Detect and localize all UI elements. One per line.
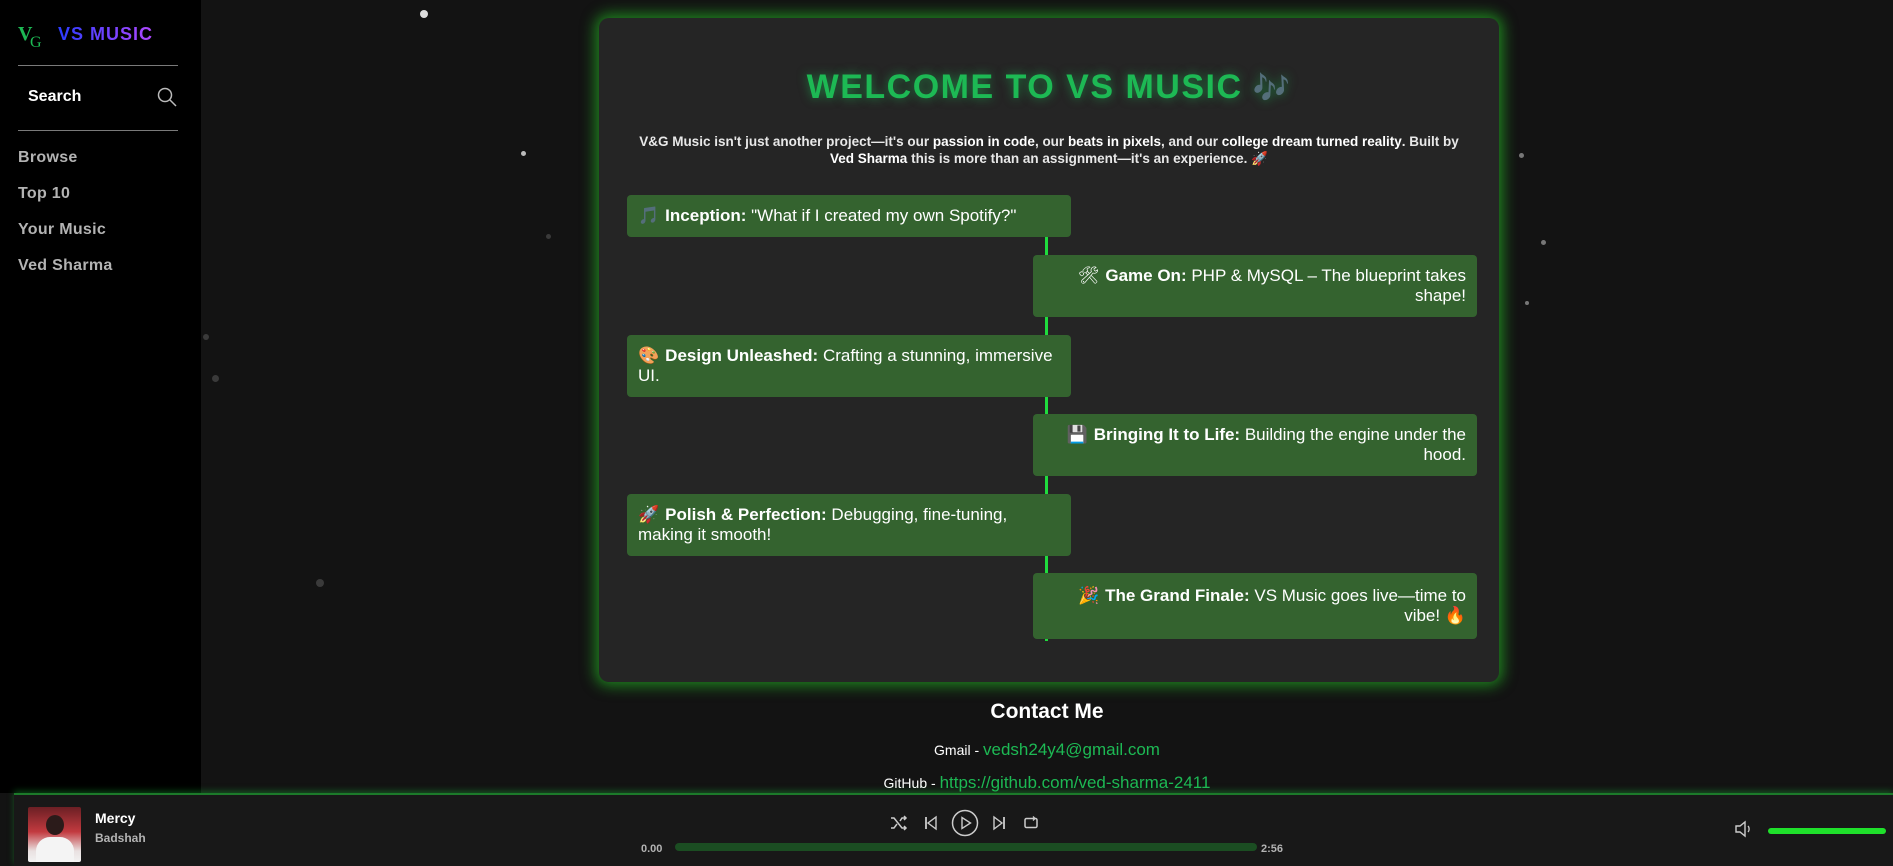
intro-part: V&G Music isn't just another project—it'… — [639, 134, 933, 149]
star-dot — [420, 10, 428, 18]
star-dot — [1519, 153, 1524, 158]
play-button[interactable] — [951, 809, 979, 837]
skip-forward-icon — [993, 815, 1005, 831]
album-art-figure — [46, 815, 64, 835]
search-icon — [157, 87, 177, 107]
star-dot — [1525, 301, 1529, 305]
gmail-link[interactable]: vedsh24y4@gmail.com — [983, 740, 1160, 759]
repeat-icon — [1024, 816, 1038, 829]
intro-text: V&G Music isn't just another project—it'… — [629, 133, 1469, 167]
star-dot — [546, 234, 551, 239]
sidebar-nav: Browse Top 10 Your Music Ved Sharma — [18, 148, 113, 292]
timeline-title: Inception: — [665, 206, 747, 225]
intro-highlight: college dream turned reality — [1221, 134, 1402, 149]
track-artist: Badshah — [95, 831, 146, 845]
timeline-text: PHP & MySQL – The blueprint takes shape! — [1186, 266, 1466, 305]
timeline-title: Polish & Perfection: — [665, 505, 827, 524]
intro-highlight: Ved Sharma — [830, 151, 908, 166]
star-dot — [212, 375, 219, 382]
tools-icon: 🛠 — [1077, 266, 1100, 285]
music-note-icon: 🎵 — [638, 206, 660, 225]
player-bar: Mercy Badshah 0.00 2:56 — [14, 793, 1893, 866]
sidebar-item-ved-sharma[interactable]: Ved Sharma — [18, 256, 113, 292]
music-notes-icon: 🎶 — [1252, 72, 1292, 105]
rocket-icon: 🚀 — [638, 505, 660, 524]
divider — [18, 65, 178, 66]
star-dot — [203, 334, 209, 340]
palette-icon: 🎨 — [638, 346, 660, 365]
divider — [18, 130, 178, 131]
play-icon — [951, 809, 979, 837]
timeline-item: 💾 Bringing It to Life: Building the engin… — [1033, 414, 1477, 476]
floppy-disk-icon: 💾 — [1066, 425, 1088, 444]
svg-text:G: G — [30, 34, 42, 48]
about-card: WELCOME TO VS MUSIC 🎶 V&G Music isn't jus… — [599, 18, 1499, 682]
intro-highlight: beats in pixels — [1067, 134, 1161, 149]
sidebar: V G VS MUSIC Search Browse Top 10 Your M… — [0, 0, 201, 793]
contact-gmail: Gmail - vedsh24y4@gmail.com — [201, 740, 1893, 760]
volume-fill — [1768, 828, 1886, 834]
timeline-item: 🎵 Inception: "What if I created my own Sp… — [627, 195, 1071, 237]
party-popper-icon: 🎉 — [1077, 586, 1100, 605]
repeat-button[interactable] — [1019, 811, 1043, 835]
timeline-item: 🚀 Polish & Perfection: Debugging, fine-tu… — [627, 494, 1071, 556]
main-content: WELCOME TO VS MUSIC 🎶 V&G Music isn't jus… — [201, 0, 1893, 793]
app-logo[interactable]: V G VS MUSIC — [18, 20, 153, 48]
next-button[interactable] — [987, 811, 1011, 835]
timeline-text: "What if I created my own Spotify?" — [746, 206, 1017, 225]
volume-slider[interactable] — [1768, 828, 1886, 834]
timeline-title: Design Unleashed: — [665, 346, 819, 365]
timeline-title: Bringing It to Life: — [1093, 425, 1241, 444]
search-label: Search — [28, 88, 82, 105]
sidebar-item-your-music[interactable]: Your Music — [18, 220, 113, 256]
github-link[interactable]: https://github.com/ved-sharma-2411 — [940, 773, 1211, 792]
album-art-figure — [36, 837, 74, 862]
playback-controls — [887, 809, 1043, 837]
timeline-item: 🎨 Design Unleashed: Crafting a stunning, … — [627, 335, 1071, 397]
search-button[interactable]: Search — [28, 86, 178, 108]
shuffle-icon — [891, 815, 908, 831]
gmail-label: Gmail - — [934, 742, 984, 758]
skip-back-icon — [925, 815, 937, 831]
timeline-title: Game On: — [1105, 266, 1187, 285]
sidebar-item-top-10[interactable]: Top 10 — [18, 184, 113, 220]
intro-part: , our — [1034, 134, 1068, 149]
sidebar-item-browse[interactable]: Browse — [18, 148, 113, 184]
intro-highlight: passion in code — [932, 134, 1035, 149]
star-dot — [521, 151, 526, 156]
contact-github: GitHub - https://github.com/ved-sharma-2… — [201, 773, 1893, 793]
app-name: VS MUSIC — [58, 23, 154, 44]
timeline-item: 🎉 The Grand Finale: VS Music goes live—ti… — [1033, 573, 1477, 639]
star-dot — [316, 579, 324, 587]
duration: 2:56 — [1261, 843, 1284, 855]
timeline-item: 🛠 Game On: PHP & MySQL – The blueprint ta… — [1033, 255, 1477, 317]
current-time: 0.00 — [641, 843, 663, 855]
previous-button[interactable] — [919, 811, 943, 835]
timeline-text: Building the engine under the hood. — [1240, 425, 1466, 464]
intro-part: this is more than an assignment—it's an … — [907, 151, 1268, 166]
github-label: GitHub - — [883, 775, 940, 791]
vg-logo-icon: V G — [18, 23, 42, 48]
contact-title: Contact Me — [990, 700, 1104, 723]
shuffle-button[interactable] — [887, 811, 911, 835]
track-title: Mercy — [95, 810, 136, 826]
intro-part: . Built by — [1401, 134, 1459, 149]
star-dot — [1541, 240, 1546, 245]
page-title: WELCOME TO VS MUSIC 🎶 — [599, 68, 1499, 107]
volume-button[interactable] — [1734, 820, 1754, 843]
timeline-text: VS Music goes live—time to vibe! 🔥 — [1249, 586, 1466, 625]
volume-icon — [1735, 820, 1750, 838]
album-art[interactable] — [28, 807, 81, 862]
title-text: WELCOME TO VS MUSIC — [806, 68, 1243, 106]
timeline-title: The Grand Finale: — [1105, 586, 1250, 605]
intro-part: , and our — [1160, 134, 1222, 149]
progress-bar[interactable] — [675, 843, 1257, 851]
